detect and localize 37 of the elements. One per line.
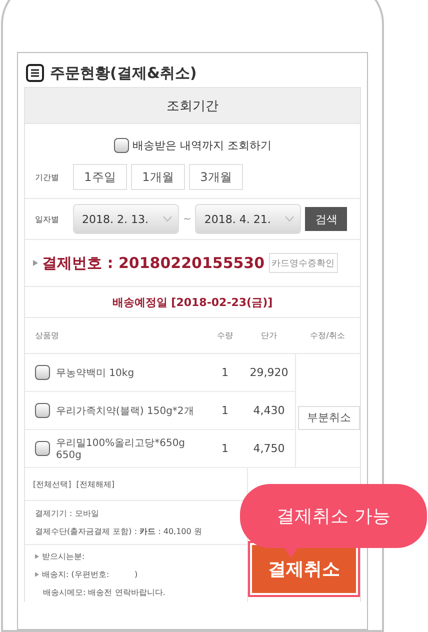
caret-icon (285, 216, 294, 222)
delivery-info-text: 배송지: (우편번호: ) (42, 569, 138, 580)
date-select[interactable]: 2018. 2. 13. (73, 204, 179, 234)
product-name: 무농약백미 10kg (56, 366, 136, 380)
date-select[interactable]: 2018. 4. 21. (195, 204, 302, 234)
date-label: 일자별 (34, 214, 60, 224)
cancel-payment-button[interactable]: 결제취소 (252, 545, 356, 593)
bulk-action-link[interactable]: [전체선택] (33, 478, 72, 490)
payment-info-text: 결제수단(출자금결제 포함) : 카드 : 40,100 원 (35, 526, 203, 537)
partial-cancel-button[interactable]: 부분취소 (298, 406, 360, 430)
date-separator: ~ (183, 214, 192, 224)
search-button[interactable]: 검색 (305, 207, 348, 231)
period-button[interactable]: 1개월 (131, 164, 185, 190)
receipt-button[interactable]: 카드영수증확인 (268, 253, 338, 273)
checkbox[interactable] (35, 403, 50, 418)
payment-number: 결제번호 : 20180220155530 (42, 254, 265, 272)
caret-icon (163, 216, 172, 222)
checkbox[interactable] (114, 138, 128, 152)
checkbox[interactable] (35, 365, 50, 380)
checkbox-label: 배송받은 내역까지 조회하기 (132, 138, 272, 152)
period-button[interactable]: 1주일 (73, 164, 127, 190)
product-name: 우리밀100%올리고당*650g 650g (56, 437, 186, 461)
delivery-info-text: 배송시메모: 배송전 연락바랍니다. (43, 587, 166, 598)
delivery-info-text: 받으시는분: (42, 551, 85, 562)
checkbox[interactable] (35, 441, 50, 456)
delivery-date: 배송예정일 [2018-02-23(금)] (112, 294, 273, 310)
period-button[interactable]: 3개월 (189, 164, 243, 190)
list-icon (26, 64, 44, 82)
bulk-action-link[interactable]: [전체해제] (76, 478, 114, 490)
page-title: 주문현황(결제&취소) (50, 64, 197, 82)
period-header: 조회기간 (25, 88, 360, 124)
product-name: 우리가족치약(블랙) 150g*2개 (56, 404, 195, 418)
period-label: 기간별 (34, 172, 60, 182)
tooltip-tail (283, 546, 299, 558)
payment-info-text: 결제기기 : 모바일 (35, 508, 100, 519)
column-header: 수정/취소 (295, 318, 360, 354)
arrow-icon (33, 260, 38, 266)
